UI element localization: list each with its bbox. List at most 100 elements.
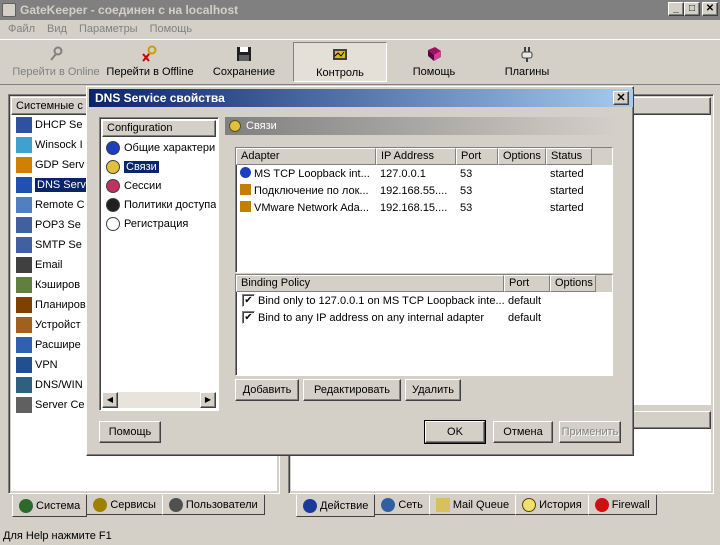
menu-view[interactable]: Вид: [41, 23, 73, 35]
col-binding-options[interactable]: Options: [550, 275, 596, 292]
config-hscrollbar[interactable]: ◀ ▶: [102, 392, 216, 408]
col-port[interactable]: Port: [456, 148, 498, 165]
bindings-listview[interactable]: Binding Policy Port Options ✔ Bind only t…: [235, 274, 613, 376]
adapter-cell-ip: 192.168.55....: [376, 185, 456, 197]
tree-item-label: Email: [35, 259, 63, 271]
col-status[interactable]: Status: [546, 148, 592, 165]
menu-params[interactable]: Параметры: [73, 23, 144, 35]
tab-system-label: Система: [36, 499, 81, 512]
col-adapter[interactable]: Adapter: [236, 148, 376, 165]
services-icon: [93, 497, 108, 512]
service-icon: [16, 377, 32, 393]
binding-row[interactable]: ✔ Bind to any IP address on any internal …: [236, 309, 612, 326]
cancel-button[interactable]: Отмена: [493, 421, 553, 443]
menu-file[interactable]: Файл: [2, 23, 41, 35]
tab-firewall[interactable]: Firewall: [587, 495, 657, 515]
col-ip[interactable]: IP Address: [376, 148, 456, 165]
adapter-cell-text: VMware Network Ada...: [254, 202, 369, 214]
config-item-label: Общие характери: [124, 141, 216, 154]
adapter-cell-status: started: [546, 202, 592, 214]
ok-button[interactable]: OK: [424, 420, 486, 444]
adapter-cell-ip: 127.0.0.1: [376, 168, 456, 180]
gatekeeper-logo-icon: [2, 3, 16, 17]
binding-checkbox[interactable]: ✔: [242, 311, 255, 324]
adapters-listview[interactable]: Adapter IP Address Port Options Status M…: [235, 147, 613, 273]
dialog-close-button[interactable]: ✕: [613, 91, 629, 105]
binding-cell-port: default: [508, 294, 542, 307]
connections-icon: [106, 159, 120, 174]
tree-item-label: POP3 Se: [35, 219, 81, 231]
tab-history[interactable]: История: [515, 495, 589, 515]
tab-action-label: Действие: [320, 499, 369, 512]
adapter-cell-port: 53: [456, 185, 498, 197]
delete-button[interactable]: Удалить: [405, 379, 461, 401]
tree-item-label: Планиров: [35, 299, 86, 311]
service-icon: [16, 137, 32, 153]
adapter-cell-status: started: [546, 185, 592, 197]
config-list: Общие характери Связи Сессии Политики досту…: [102, 138, 216, 388]
tab-system[interactable]: Система: [12, 495, 88, 517]
adapter-row[interactable]: VMware Network Ada... 192.168.15.... 53 sta…: [236, 199, 612, 216]
config-item-label: Сессии: [124, 179, 162, 192]
tab-services[interactable]: Сервисы: [86, 495, 163, 515]
tab-services-label: Сервисы: [110, 498, 156, 511]
control-button[interactable]: Контроль: [293, 42, 387, 82]
menu-help[interactable]: Помощь: [144, 23, 199, 35]
go-offline-label: Перейти в Offline: [106, 66, 194, 78]
dialog-title-bar: DNS Service свойства: [89, 89, 633, 107]
config-item[interactable]: Регистрация: [102, 214, 216, 233]
go-offline-button[interactable]: Перейти в Offline: [100, 42, 200, 82]
adapter-cell-text: Подключение по лок...: [254, 185, 369, 197]
service-icon: [16, 257, 32, 273]
plugins-button[interactable]: Плагины: [477, 42, 577, 82]
dialog-title: DNS Service свойства: [95, 91, 225, 105]
config-item[interactable]: Сессии: [102, 176, 216, 195]
close-button[interactable]: ✕: [702, 2, 718, 16]
service-icon: [16, 277, 32, 293]
help-toolbar-button[interactable]: Помощь: [384, 42, 484, 82]
config-item[interactable]: Связи: [102, 157, 216, 176]
config-item-label: Регистрация: [124, 217, 189, 230]
tree-item-label: DHCP Se: [35, 119, 83, 131]
tab-action[interactable]: Действие: [296, 495, 376, 517]
system-icon: [19, 498, 33, 513]
tab-users[interactable]: Пользователи: [161, 495, 265, 515]
left-tabs: Система Сервисы Пользователи: [12, 495, 265, 517]
service-icon: [16, 177, 32, 193]
binding-checkbox[interactable]: ✔: [242, 294, 255, 307]
adapter-row[interactable]: Подключение по лок... 192.168.55.... 53 sta…: [236, 182, 612, 199]
binding-policy-text: Bind only to 127.0.0.1 on MS TCP Loopbac…: [258, 294, 504, 307]
status-bar: Для Help нажмите F1: [0, 527, 720, 545]
service-icon: [16, 317, 32, 333]
tab-mail-queue[interactable]: Mail Queue: [428, 495, 517, 515]
minimize-button[interactable]: _: [668, 2, 684, 16]
col-binding-port[interactable]: Port: [504, 275, 550, 292]
save-button[interactable]: Сохранение: [194, 42, 294, 82]
tab-users-label: Пользователи: [185, 498, 258, 511]
policies-icon: [106, 197, 120, 212]
config-header: Configuration: [102, 120, 216, 137]
edit-button[interactable]: Редактировать: [303, 379, 401, 401]
col-options[interactable]: Options: [498, 148, 546, 165]
dialog-help-button[interactable]: Помощь: [99, 421, 161, 443]
monitor-icon: [331, 46, 349, 64]
tab-history-label: История: [539, 498, 582, 511]
scroll-left-button[interactable]: ◀: [102, 392, 118, 408]
adapter-row[interactable]: MS TCP Loopback int... 127.0.0.1 53 started: [236, 165, 612, 182]
scroll-right-button[interactable]: ▶: [200, 392, 216, 408]
tab-mail-queue-label: Mail Queue: [452, 498, 510, 511]
go-online-button[interactable]: Перейти в Online: [6, 42, 106, 82]
col-binding-policy[interactable]: Binding Policy: [236, 275, 504, 292]
adapter-cell-text: started: [550, 167, 584, 180]
binding-row[interactable]: ✔ Bind only to 127.0.0.1 on MS TCP Loopba…: [236, 292, 612, 309]
adapter-cell-adapter: VMware Network Ada...: [236, 201, 376, 214]
tree-item-label: SMTP Se: [35, 239, 82, 251]
maximize-button[interactable]: □: [684, 2, 700, 16]
config-item-label: Связи: [124, 160, 159, 173]
config-item[interactable]: Политики доступа: [102, 195, 216, 214]
add-button[interactable]: Добавить: [235, 379, 299, 401]
tab-network[interactable]: Сеть: [374, 495, 430, 515]
network-adapter-icon: [240, 184, 251, 195]
config-item[interactable]: Общие характери: [102, 138, 216, 157]
apply-button[interactable]: Применить: [559, 421, 621, 443]
